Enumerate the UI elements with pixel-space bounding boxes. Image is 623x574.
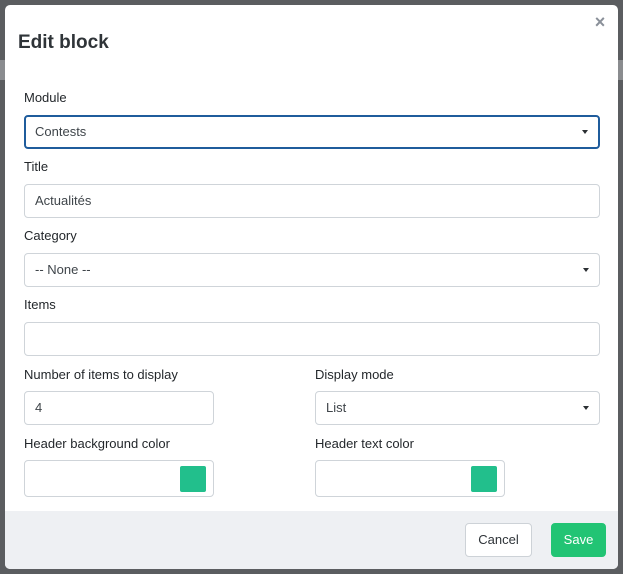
items-label: Items bbox=[24, 297, 56, 312]
items-input[interactable] bbox=[24, 322, 600, 356]
module-select[interactable]: Contests bbox=[24, 115, 600, 149]
title-label: Title bbox=[24, 159, 49, 174]
header-bg-color-label: Header background color bbox=[24, 436, 170, 451]
color-swatch[interactable] bbox=[180, 466, 206, 492]
color-swatch[interactable] bbox=[471, 466, 497, 492]
num-items-input[interactable]: 4 bbox=[24, 391, 214, 425]
cancel-button[interactable]: Cancel bbox=[465, 523, 532, 557]
display-mode-value: List bbox=[326, 400, 347, 415]
num-items-value: 4 bbox=[35, 400, 43, 415]
chevron-down-icon bbox=[583, 406, 589, 410]
chevron-down-icon bbox=[582, 130, 588, 134]
title-input-value: Actualités bbox=[35, 193, 92, 208]
module-select-value: Contests bbox=[35, 124, 87, 139]
header-text-color-label: Header text color bbox=[315, 436, 414, 451]
title-input[interactable]: Actualités bbox=[24, 184, 600, 218]
num-items-label: Number of items to display bbox=[24, 367, 178, 382]
category-select-value: -- None -- bbox=[35, 262, 91, 277]
chevron-down-icon bbox=[583, 268, 589, 272]
header-text-color-input[interactable] bbox=[315, 460, 505, 497]
save-button[interactable]: Save bbox=[551, 523, 606, 557]
edit-block-dialog: × Edit block Module Contests Title Actua… bbox=[5, 5, 618, 569]
display-mode-label: Display mode bbox=[315, 367, 394, 382]
dialog-footer: Cancel Save bbox=[5, 511, 618, 569]
category-label: Category bbox=[24, 228, 77, 243]
module-label: Module bbox=[24, 90, 67, 105]
header-bg-color-input[interactable] bbox=[24, 460, 214, 497]
dialog-title: Edit block bbox=[18, 32, 109, 53]
display-mode-select[interactable]: List bbox=[315, 391, 600, 425]
category-select[interactable]: -- None -- bbox=[24, 253, 600, 287]
close-icon[interactable]: × bbox=[592, 13, 608, 31]
